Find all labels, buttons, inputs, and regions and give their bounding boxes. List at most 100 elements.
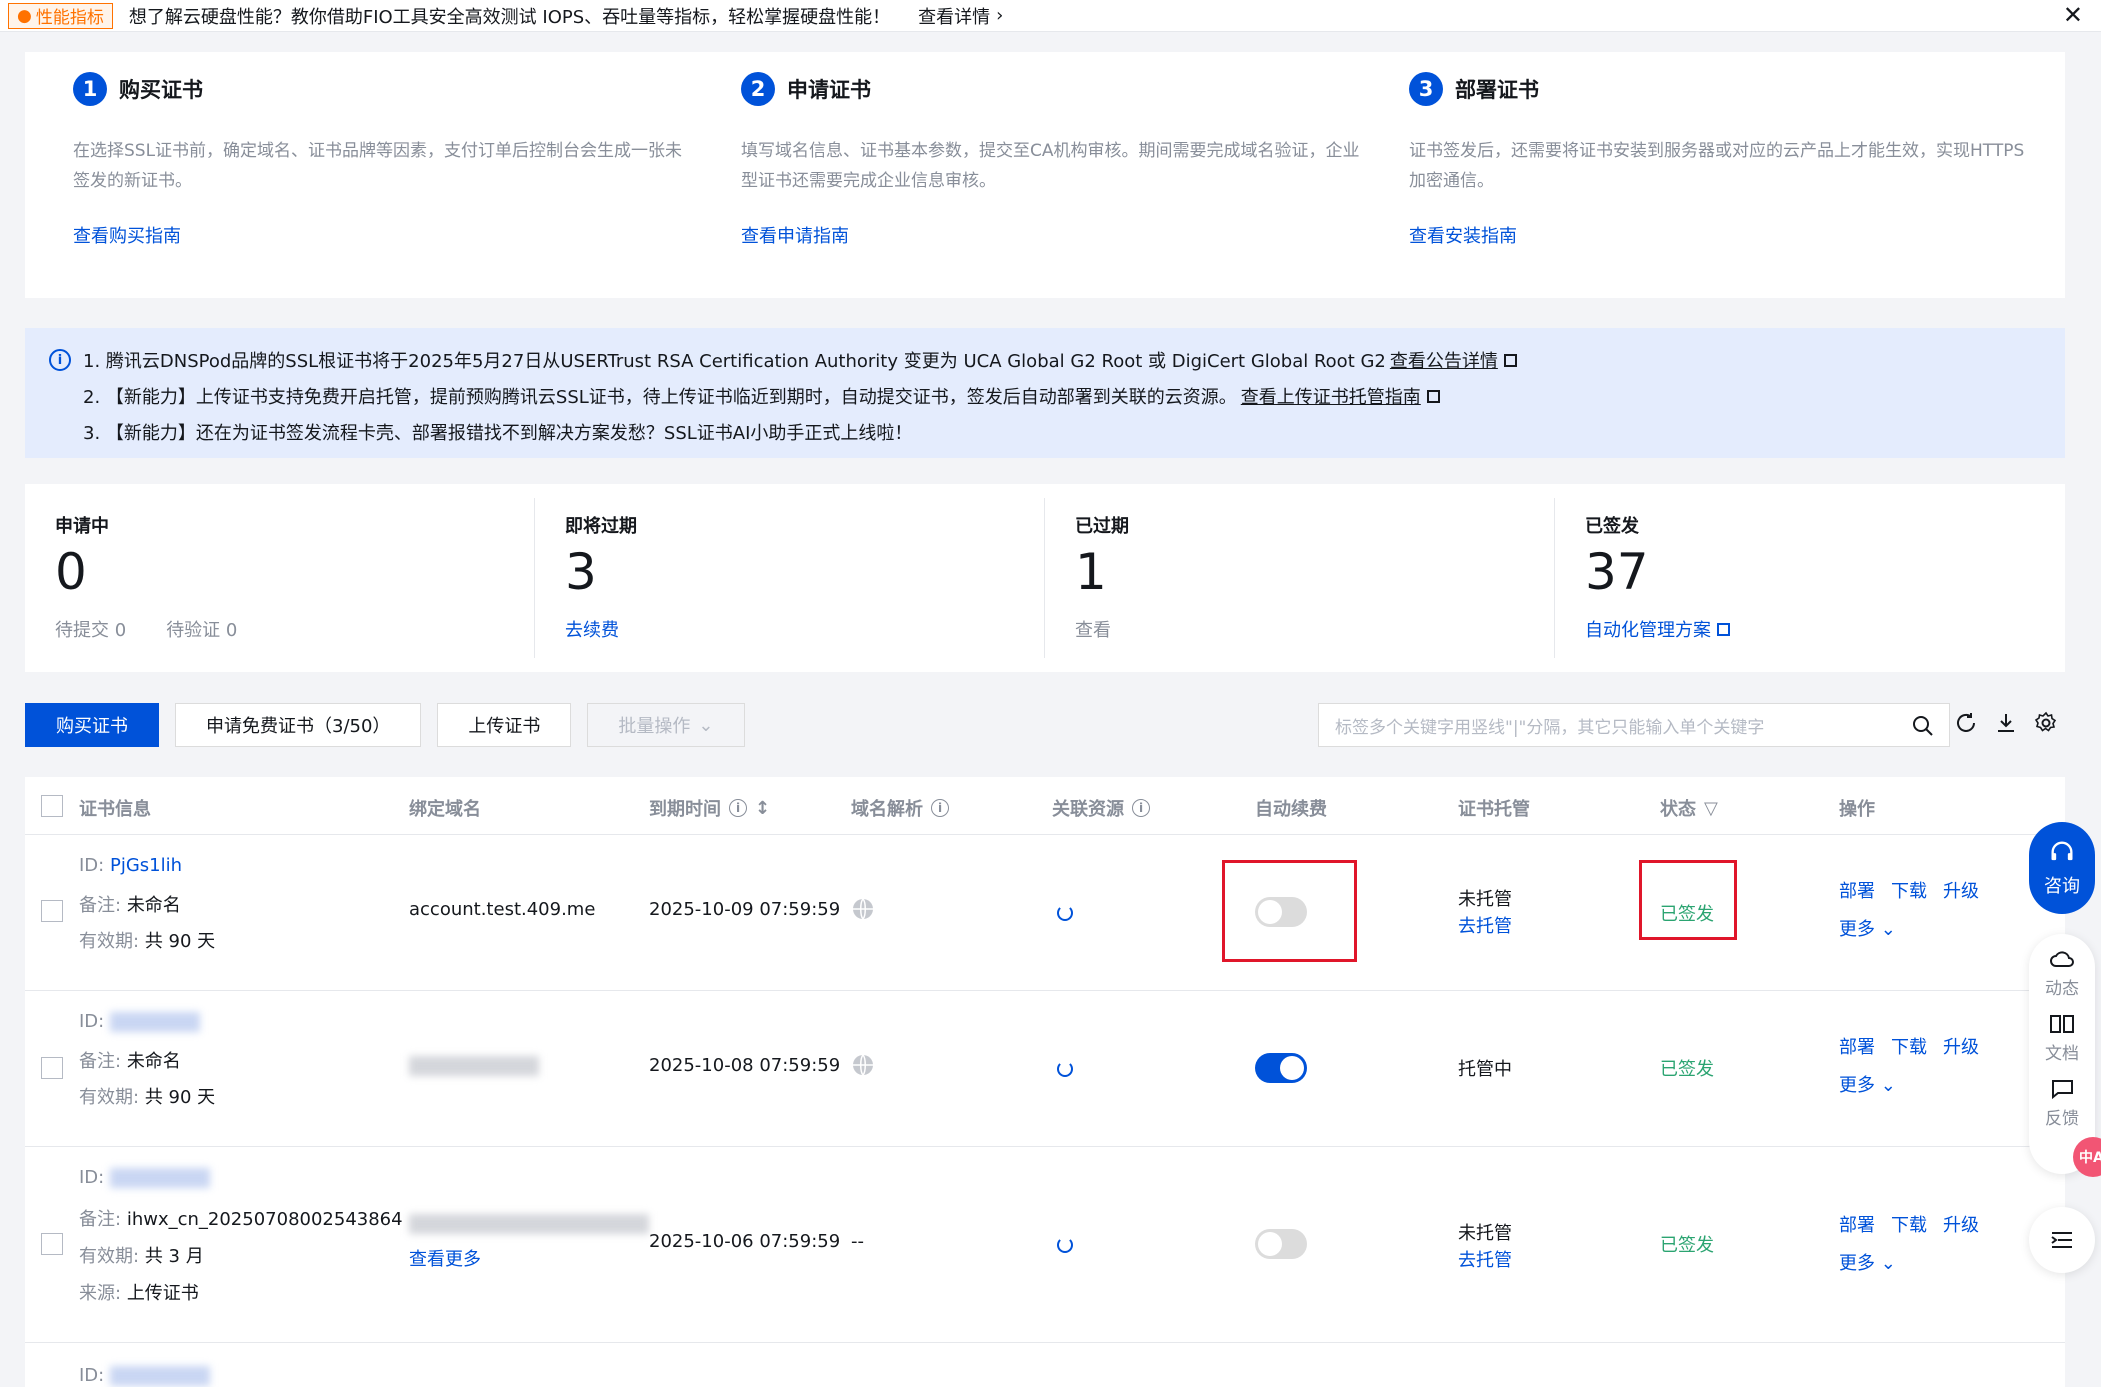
upgrade-link[interactable]: 升级 (1943, 877, 1979, 903)
filter-icon[interactable]: ▽ (1704, 798, 1718, 819)
globe-icon[interactable] (851, 897, 875, 921)
hosting-status: 托管中 (1458, 1055, 1512, 1081)
batch-operation-dropdown[interactable]: 批量操作 ⌄ (587, 703, 744, 747)
row-actions: 部署 下载 升级 更多 ⌄ (1839, 1211, 1979, 1275)
certificate-id-redacted[interactable] (110, 1366, 210, 1386)
stat-issued[interactable]: 已签发 37 自动化管理方案 (1555, 498, 2065, 658)
buy-certificate-button[interactable]: 购买证书 (25, 703, 159, 747)
info-icon[interactable]: i (729, 799, 747, 817)
step-title: 部署证书 (1455, 74, 1539, 104)
deploy-link[interactable]: 部署 (1839, 877, 1875, 903)
download-link[interactable]: 下载 (1891, 1211, 1927, 1237)
view-details-link[interactable]: 查看详情 › (918, 3, 1003, 29)
certificate-table: 证书信息 绑定域名 到期时间 i ↕ 域名解析 i 关联资源 i 自动续费 证书… (25, 777, 2065, 1387)
enable-hosting-link[interactable]: 去托管 (1458, 912, 1512, 938)
loading-icon (1057, 905, 1073, 921)
table-row: ID: 备注: ihwx_cn_20250708002543864 有效期: 共… (25, 1147, 2065, 1343)
enable-hosting-link[interactable]: 去托管 (1458, 1246, 1512, 1272)
deploy-link[interactable]: 部署 (1839, 1211, 1875, 1237)
select-all-checkbox[interactable] (41, 795, 63, 817)
table-row: ID: PjGs1lih 备注: 未命名 有效期: 共 90 天 account… (25, 835, 2065, 991)
step-deploy: 3 部署证书 证书签发后，还需要将证书安装到服务器或对应的云产品上才能生效，实现… (1361, 52, 2029, 298)
pending-submit[interactable]: 待提交 0 (55, 616, 126, 642)
upload-hosting-guide-link[interactable]: 查看上传证书托管指南 (1241, 383, 1421, 409)
apply-guide-link[interactable]: 查看申请指南 (741, 222, 1361, 248)
upload-certificate-button[interactable]: 上传证书 (437, 703, 571, 747)
auto-renew-toggle[interactable] (1255, 1053, 1307, 1083)
automation-plan-link[interactable]: 自动化管理方案 (1585, 616, 1730, 642)
certificate-source: 上传证书 (127, 1283, 199, 1304)
upgrade-link[interactable]: 升级 (1943, 1211, 1979, 1237)
view-expired-link[interactable]: 查看 (1075, 616, 1111, 642)
view-more-domains-link[interactable]: 查看更多 (409, 1245, 481, 1271)
download-link[interactable]: 下载 (1891, 1033, 1927, 1059)
download-icon[interactable] (1994, 711, 2018, 735)
bound-domain-redacted (409, 1214, 649, 1234)
table-header: 证书信息 绑定域名 到期时间 i ↕ 域名解析 i 关联资源 i 自动续费 证书… (25, 777, 2065, 835)
more-dropdown[interactable]: 更多 ⌄ (1839, 915, 1896, 941)
menu-list-icon[interactable] (2029, 1207, 2095, 1273)
stat-applying[interactable]: 申请中 0 待提交 0 待验证 0 (25, 498, 535, 658)
info-icon[interactable]: i (931, 799, 949, 817)
hosting-status: 未托管 (1458, 885, 1512, 911)
certificate-note: ihwx_cn_20250708002543864 (127, 1209, 403, 1230)
settings-icon[interactable] (2034, 711, 2058, 735)
status-badge: 已签发 (1660, 1055, 1714, 1081)
auto-renew-toggle[interactable] (1255, 1229, 1307, 1259)
download-link[interactable]: 下载 (1891, 877, 1927, 903)
row-checkbox[interactable] (41, 1233, 63, 1255)
apply-free-certificate-button[interactable]: 申请免费证书（3/50） (175, 703, 421, 747)
guide-steps: 1 购买证书 在选择SSL证书前，确定域名、证书品牌等因素，支付订单后控制台会生… (25, 52, 2065, 298)
row-actions: 部署 下载 升级 更多 ⌄ (1839, 1033, 1979, 1097)
notice-line-3: 3. 【新能力】还在为证书签发流程卡壳、部署报错找不到解决方案发愁？SSL证书A… (83, 419, 912, 445)
table-row: ID: (25, 1343, 2065, 1387)
refresh-icon[interactable] (1954, 711, 1978, 735)
certificate-id-link[interactable]: PjGs1lih (110, 855, 182, 876)
announcement-bar: ● 性能指标 想了解云硬盘性能？教你借助FIO工具安全高效测试 IOPS、吞吐量… (0, 0, 2101, 32)
step-number: 3 (1409, 72, 1443, 106)
external-link-icon (1427, 390, 1440, 403)
deploy-link[interactable]: 部署 (1839, 1033, 1875, 1059)
certificate-note: 未命名 (127, 895, 181, 916)
sort-icon[interactable]: ↕ (755, 798, 770, 819)
notice-line-2: 2. 【新能力】上传证书支持免费开启托管，提前预购腾讯云SSL证书，待上传证书临… (83, 383, 1237, 409)
announcement-details-link[interactable]: 查看公告详情 (1390, 347, 1498, 373)
chevron-down-icon: ⌄ (698, 715, 713, 736)
bound-domain-redacted (409, 1056, 539, 1076)
table-row: ID: 备注: 未命名 有效期: 共 90 天 2025-10-08 07:59… (25, 991, 2065, 1147)
ime-indicator[interactable]: 中A (2073, 1137, 2101, 1177)
pending-verify[interactable]: 待验证 0 (166, 616, 237, 642)
highlight-box (1222, 860, 1357, 962)
stat-expiring[interactable]: 即将过期 3 去续费 (535, 498, 1045, 658)
search-input[interactable]: 标签多个关键字用竖线"|"分隔，其它只能输入单个关键字 (1318, 703, 1950, 747)
buy-guide-link[interactable]: 查看购买指南 (73, 222, 693, 248)
certificate-id-redacted[interactable] (110, 1012, 200, 1032)
status-badge: 已签发 (1660, 1231, 1714, 1257)
cloud-icon (2049, 948, 2075, 970)
renew-link[interactable]: 去续费 (565, 616, 619, 642)
validity: 共 3 月 (145, 1246, 204, 1267)
external-link-icon (1717, 623, 1730, 636)
upgrade-link[interactable]: 升级 (1943, 1033, 1979, 1059)
external-link-icon (1504, 354, 1517, 367)
consult-button[interactable]: 咨询 (2029, 822, 2095, 914)
row-checkbox[interactable] (41, 1057, 63, 1079)
notice-box: i 1. 腾讯云DNSPod品牌的SSL根证书将于2025年5月27日从USER… (25, 328, 2065, 458)
stat-expired[interactable]: 已过期 1 查看 (1045, 498, 1555, 658)
more-dropdown[interactable]: 更多 ⌄ (1839, 1249, 1896, 1275)
docs-button[interactable]: 文档 (2045, 1013, 2079, 1064)
info-icon[interactable]: i (1132, 799, 1150, 817)
loading-icon (1057, 1237, 1073, 1253)
globe-icon[interactable] (851, 1053, 875, 1077)
dynamic-button[interactable]: 动态 (2045, 948, 2079, 999)
close-icon[interactable]: ✕ (2063, 0, 2083, 30)
row-actions: 部署 下载 升级 更多 ⌄ (1839, 877, 1979, 941)
feedback-button[interactable]: 反馈 (2045, 1078, 2079, 1129)
row-checkbox[interactable] (41, 900, 63, 922)
certificate-id-redacted[interactable] (110, 1168, 210, 1188)
more-dropdown[interactable]: 更多 ⌄ (1839, 1071, 1896, 1097)
dns-status: -- (851, 1231, 864, 1252)
info-icon: i (49, 349, 71, 371)
search-icon[interactable] (1911, 714, 1935, 738)
install-guide-link[interactable]: 查看安装指南 (1409, 222, 2029, 248)
